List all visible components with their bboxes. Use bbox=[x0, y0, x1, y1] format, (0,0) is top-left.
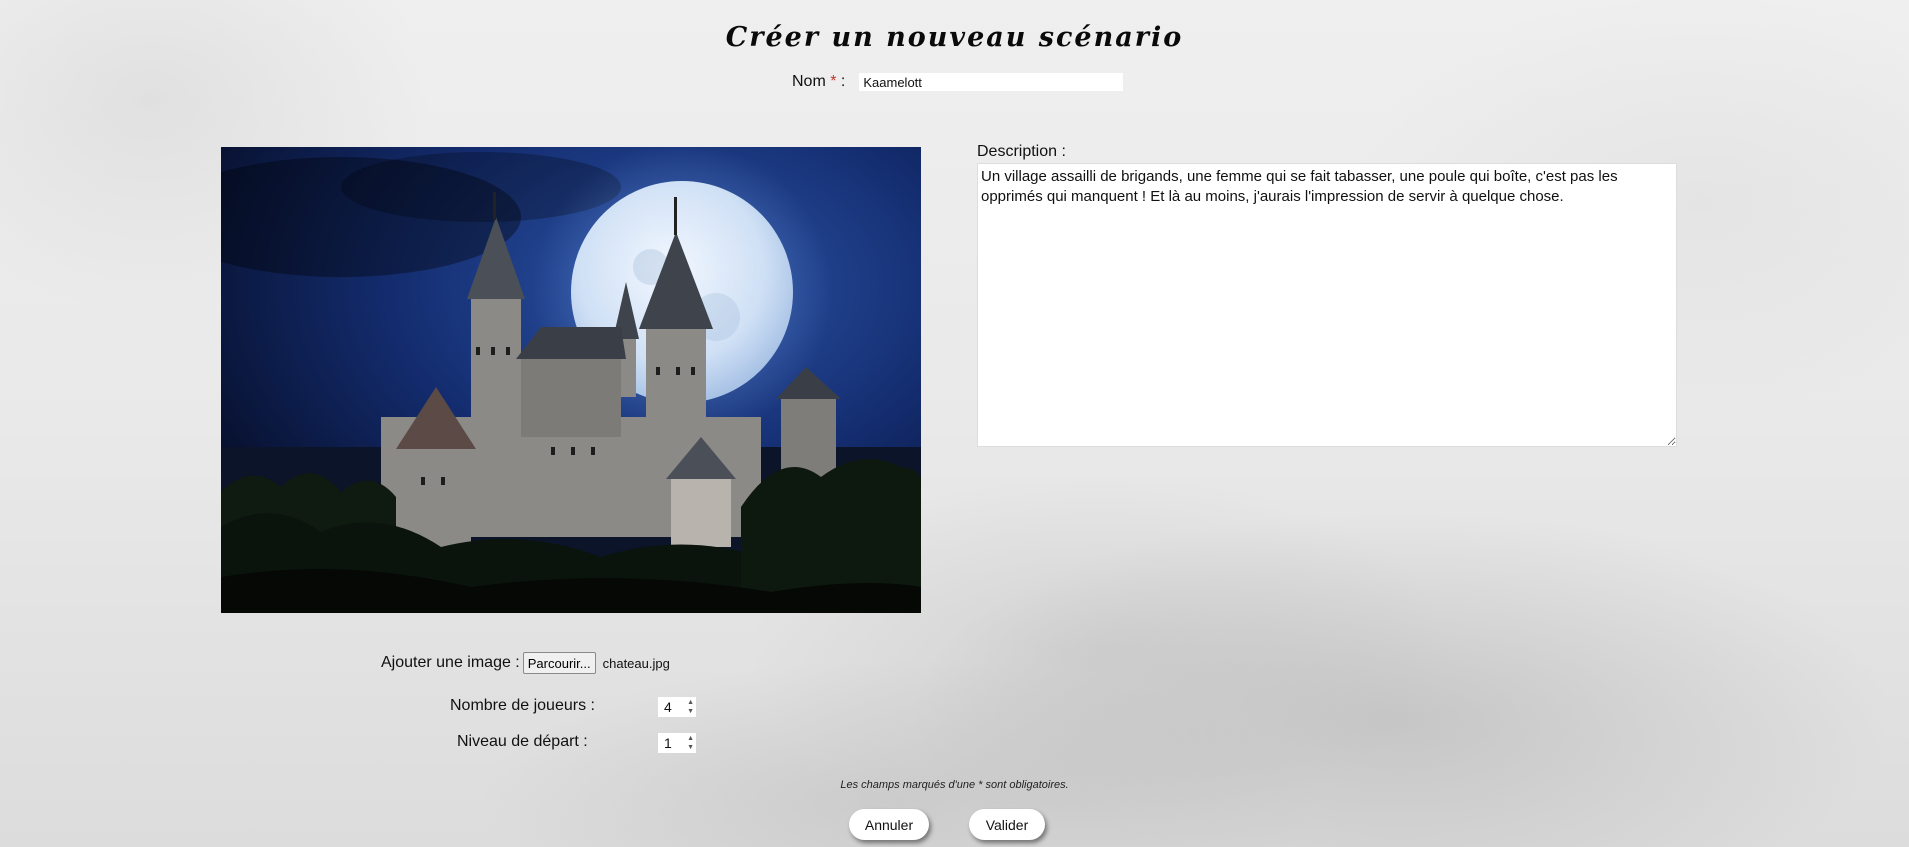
image-upload-row: Ajouter une image : Parcourir... chateau… bbox=[381, 652, 670, 674]
selected-file-name: chateau.jpg bbox=[602, 655, 670, 671]
spinner-icon[interactable]: ▲ ▼ bbox=[687, 734, 694, 752]
players-row: Nombre de joueurs : bbox=[450, 697, 595, 715]
level-label: Niveau de départ : bbox=[457, 733, 588, 750]
players-label: Nombre de joueurs : bbox=[450, 697, 595, 714]
mandatory-note: Les champs marqués d'une * sont obligato… bbox=[840, 779, 1069, 791]
level-input[interactable]: 1 ▲ ▼ bbox=[658, 733, 696, 753]
browse-button[interactable]: Parcourir... bbox=[522, 652, 596, 674]
name-input[interactable] bbox=[859, 73, 1124, 91]
level-row: Niveau de départ : bbox=[457, 733, 588, 751]
description-textarea[interactable]: Un village assailli de brigands, une fem… bbox=[977, 163, 1677, 447]
page-title: Créer un nouveau scénario bbox=[725, 22, 1184, 53]
players-input[interactable]: 4 ▲ ▼ bbox=[658, 697, 696, 717]
image-upload-label: Ajouter une image : bbox=[381, 654, 520, 671]
spinner-icon[interactable]: ▲ ▼ bbox=[687, 698, 694, 716]
submit-button[interactable]: Valider bbox=[969, 809, 1045, 840]
scenario-image bbox=[221, 147, 921, 613]
description-label: Description : bbox=[977, 143, 1066, 160]
name-row: Nom * : bbox=[792, 73, 1124, 91]
name-label: Nom * : bbox=[792, 73, 846, 90]
cancel-button[interactable]: Annuler bbox=[849, 809, 929, 840]
